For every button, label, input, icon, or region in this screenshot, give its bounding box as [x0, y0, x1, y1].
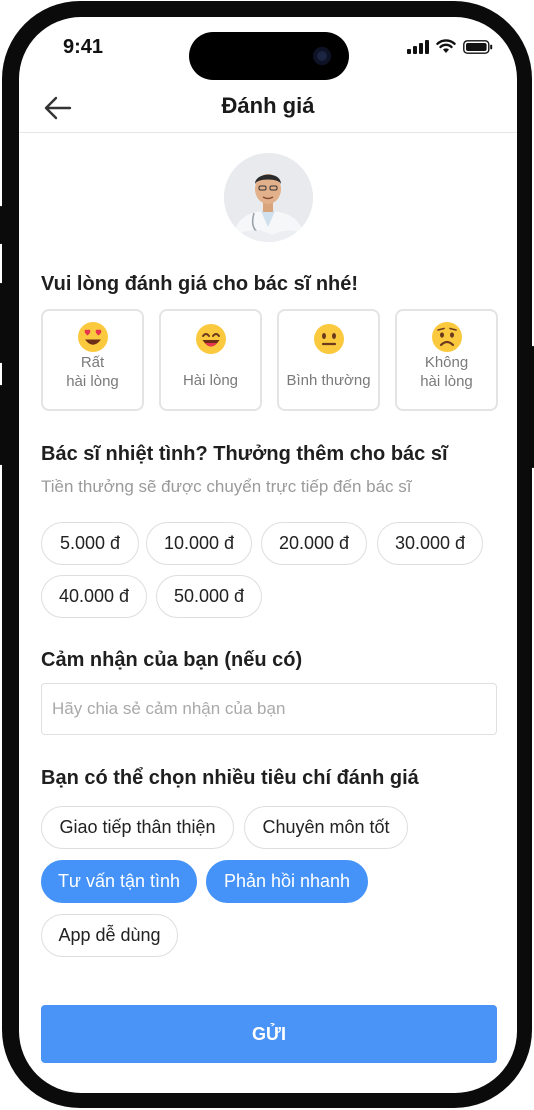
criteria-chip-selected[interactable]: Phản hồi nhanh — [206, 860, 368, 903]
criteria-chip[interactable]: App dễ dùng — [41, 914, 178, 957]
rating-option-satisfied[interactable]: Hài lòng — [159, 309, 262, 411]
silent-switch — [0, 206, 4, 244]
criteria-chip[interactable]: Chuyên môn tốt — [244, 806, 408, 849]
doctor-portrait-icon — [224, 153, 313, 242]
header: Đánh giá — [19, 83, 517, 133]
tip-amount-chip[interactable]: 5.000 đ — [41, 522, 139, 565]
status-time: 9:41 — [63, 36, 104, 58]
rating-option-label: Rất hài lòng — [66, 354, 119, 390]
battery-icon — [463, 39, 493, 54]
volume-down-button — [0, 385, 4, 465]
criteria-chip-selected[interactable]: Tư vấn tận tình — [41, 860, 197, 903]
tip-heading: Bác sĩ nhiệt tình? Thưởng thêm cho bác s… — [41, 443, 448, 465]
tip-subtitle: Tiền thưởng sẽ được chuyển trực tiếp đến… — [41, 477, 412, 496]
signal-icon — [407, 39, 429, 54]
tip-amount-chip[interactable]: 50.000 đ — [156, 575, 262, 618]
status-icons — [407, 39, 493, 54]
heart-eyes-emoji-icon — [77, 322, 108, 352]
page-title: Đánh giá — [221, 93, 315, 118]
tip-amount-chip[interactable]: 20.000 đ — [261, 522, 367, 565]
neutral-emoji-icon — [313, 324, 344, 354]
phone-frame: 9:41 Đánh giá Vui lòng đánh giá cho bác … — [0, 1, 534, 1108]
volume-up-button — [0, 283, 4, 363]
dynamic-island — [189, 32, 349, 80]
rating-option-neutral[interactable]: Bình thường — [277, 309, 380, 411]
rating-heading: Vui lòng đánh giá cho bác sĩ nhé! — [41, 273, 359, 295]
rating-option-very-satisfied[interactable]: Rất hài lòng — [41, 309, 144, 411]
power-button — [530, 346, 534, 468]
grinning-emoji-icon — [195, 324, 226, 354]
tip-amount-chip[interactable]: 40.000 đ — [41, 575, 147, 618]
sad-emoji-icon — [431, 322, 462, 352]
rating-option-label: Bình thường — [286, 372, 371, 389]
rating-option-label: Không hài lòng — [420, 354, 473, 390]
doctor-avatar — [224, 153, 313, 242]
screen: 9:41 Đánh giá Vui lòng đánh giá cho bác … — [19, 17, 517, 1093]
rating-option-label: Hài lòng — [182, 372, 239, 389]
feedback-heading: Cảm nhận của bạn (nếu có) — [41, 649, 303, 671]
submit-button[interactable]: GỬI — [41, 1005, 497, 1063]
tip-amount-chip[interactable]: 10.000 đ — [146, 522, 252, 565]
camera-icon — [313, 47, 331, 65]
criteria-heading: Bạn có thể chọn nhiều tiêu chí đánh giá — [41, 767, 419, 789]
wifi-icon — [436, 39, 456, 53]
rating-option-dissatisfied[interactable]: Không hài lòng — [395, 309, 498, 411]
tip-amount-chip[interactable]: 30.000 đ — [377, 522, 483, 565]
criteria-chip[interactable]: Giao tiếp thân thiện — [41, 806, 234, 849]
feedback-input[interactable] — [41, 683, 497, 735]
